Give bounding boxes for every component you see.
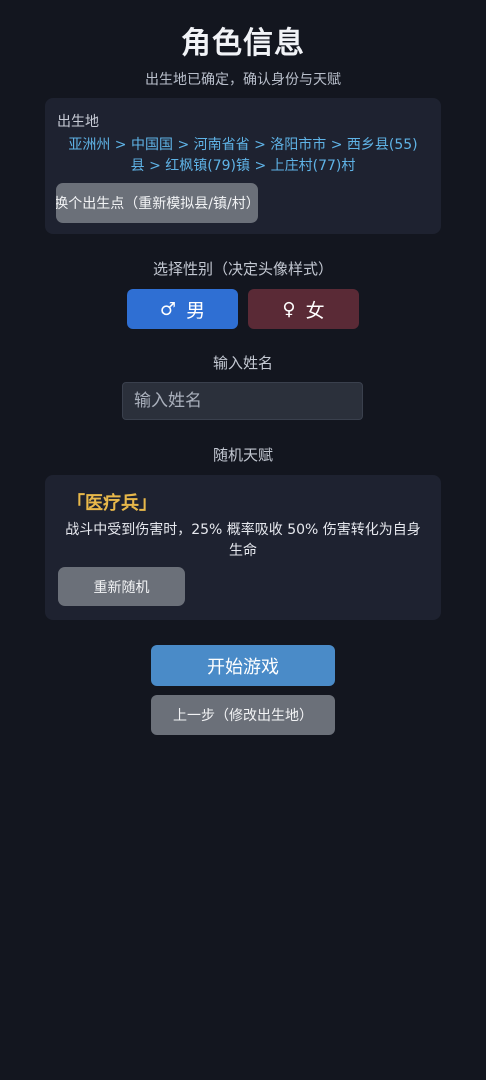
gender-male-button[interactable]: ♂ 男 bbox=[127, 289, 238, 329]
page-title: 角色信息 bbox=[181, 26, 305, 61]
birthplace-label: 出生地 bbox=[57, 114, 99, 130]
page-subtitle: 出生地已确定，确认身份与天赋 bbox=[145, 72, 341, 88]
birthplace-path-line1: 亚洲州 > 中国国 > 河南省省 > 洛阳市市 > 西乡县(55) bbox=[68, 137, 418, 153]
birthplace-path: 亚洲州 > 中国国 > 河南省省 > 洛阳市市 > 西乡县(55) 县 > 红枫… bbox=[53, 135, 433, 177]
talent-card: 「医疗兵」 战斗中受到伤害时，25% 概率吸收 50% 伤害转化为自身生命 重新… bbox=[45, 475, 441, 620]
female-symbol-icon: ♀ bbox=[282, 298, 296, 320]
talent-description: 战斗中受到伤害时，25% 概率吸收 50% 伤害转化为自身生命 bbox=[65, 522, 421, 559]
birthplace-card: 出生地 亚洲州 > 中国国 > 河南省省 > 洛阳市市 > 西乡县(55) 县 … bbox=[45, 98, 441, 234]
gender-female-button[interactable]: ♀ 女 bbox=[248, 289, 359, 329]
gender-male-label: 男 bbox=[186, 299, 206, 322]
gender-section-label: 选择性别（决定头像样式） bbox=[152, 260, 333, 278]
gender-female-label: 女 bbox=[305, 299, 325, 322]
male-symbol-icon: ♂ bbox=[159, 298, 177, 320]
back-button[interactable]: 上一步（修改出生地） bbox=[151, 695, 335, 735]
birthplace-path-line2: 县 > 红枫镇(79)镇 > 上庄村(77)村 bbox=[130, 158, 356, 174]
talent-section-label: 随机天赋 bbox=[212, 446, 273, 464]
talent-name: 「医疗兵」 bbox=[67, 493, 157, 514]
reroll-talent-button[interactable]: 重新随机 bbox=[58, 567, 185, 606]
character-info-screen: 角色信息 出生地已确定，确认身份与天赋 出生地 亚洲州 > 中国国 > 河南省省… bbox=[0, 0, 486, 1080]
name-input[interactable] bbox=[122, 382, 363, 420]
reroll-birthplace-button[interactable]: 换个出生点（重新模拟县/镇/村） bbox=[56, 183, 258, 223]
name-section-label: 输入姓名 bbox=[212, 354, 273, 372]
start-game-button[interactable]: 开始游戏 bbox=[151, 645, 335, 686]
